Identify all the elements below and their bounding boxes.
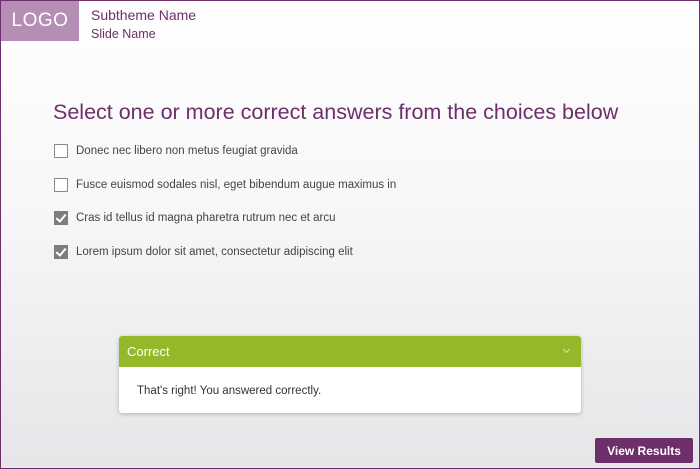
logo: LOGO [1, 1, 79, 41]
choice-label-2: Fusce euismod sodales nisl, eget bibendu… [76, 178, 397, 191]
chevron-down-icon[interactable] [562, 345, 571, 354]
feedback-message: That's right! You answered correctly. [137, 385, 322, 397]
checkbox-1[interactable] [54, 144, 68, 158]
choice-label-1: Donec nec libero non metus feugiat gravi… [76, 145, 298, 157]
checkbox-4[interactable] [54, 244, 68, 259]
choice-option-3[interactable]: Cras id tellus id magna pharetra rutrum … [54, 210, 654, 244]
choice-label-4: Lorem ipsum dolor sit amet, consectetur … [76, 245, 353, 258]
slide: LOGO Subtheme Name Slide Name Select one… [0, 0, 700, 469]
slide-name: Slide Name [91, 27, 156, 41]
view-results-button[interactable]: View Results [595, 438, 693, 463]
checkmark-icon [55, 211, 67, 223]
question-prompt: Select one or more correct answers from … [53, 100, 619, 124]
choice-option-4[interactable]: Lorem ipsum dolor sit amet, consectetur … [54, 244, 654, 278]
choice-option-2[interactable]: Fusce euismod sodales nisl, eget bibendu… [54, 177, 654, 211]
feedback-panel: Correct That's right! You answered corre… [119, 336, 581, 413]
feedback-title: Correct [127, 344, 170, 359]
choice-label-3: Cras id tellus id magna pharetra rutrum … [76, 212, 336, 224]
checkbox-2[interactable] [54, 177, 68, 192]
checkbox-3[interactable] [54, 211, 68, 225]
feedback-header[interactable]: Correct [119, 336, 581, 367]
choice-option-1[interactable]: Donec nec libero non metus feugiat gravi… [54, 143, 654, 177]
checkmark-icon [55, 244, 67, 257]
choice-list: Donec nec libero non metus feugiat gravi… [54, 143, 654, 277]
subtheme-name: Subtheme Name [91, 7, 197, 23]
